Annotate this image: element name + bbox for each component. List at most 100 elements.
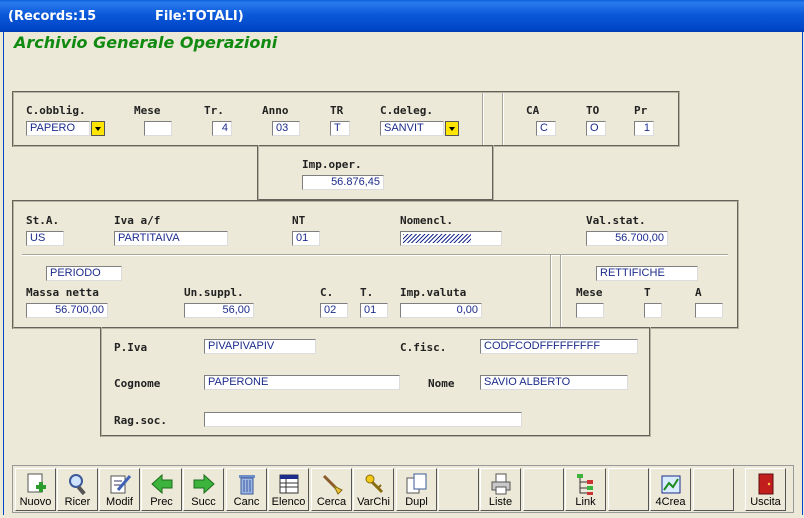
tr2-field[interactable]: T [330, 121, 350, 136]
keys-icon [365, 474, 384, 494]
massa-label: Massa netta [26, 286, 99, 299]
ca-field[interactable]: C [536, 121, 556, 136]
liste-label: Liste [488, 496, 513, 508]
toolbar-empty-slot-2 [523, 468, 564, 511]
anno-field[interactable]: 03 [272, 121, 300, 136]
imp-oper-field[interactable]: 56.876,45 [302, 175, 384, 190]
to-field[interactable]: O [586, 121, 606, 136]
elenco-label: Elenco [271, 496, 306, 508]
exit-door-icon [758, 473, 774, 495]
nuovo-button[interactable]: Nuovo [15, 468, 56, 511]
sta-label: St.A. [26, 214, 60, 227]
to-label: TO [586, 104, 600, 117]
cfisc-field[interactable]: CODFCODFFFFFFFFF [480, 339, 638, 354]
t2-field[interactable] [644, 303, 662, 318]
link-label: Link [575, 496, 596, 508]
nomencl-field[interactable] [400, 231, 502, 246]
broom-search-icon [322, 474, 343, 495]
mese-field[interactable] [144, 121, 172, 136]
iva-label: Iva a/f [114, 214, 161, 227]
succ-label: Succ [191, 496, 216, 508]
cobblig-dropdown-icon[interactable] [91, 121, 105, 136]
prec-button[interactable]: Prec [141, 468, 182, 511]
elenco-button[interactable]: Elenco [268, 468, 309, 511]
canc-button[interactable]: Canc [226, 468, 267, 511]
header-divider-2 [502, 93, 504, 145]
canc-label: Canc [233, 496, 260, 508]
nomencl-label: Nomencl. [400, 214, 453, 227]
arrow-left-icon [151, 473, 173, 495]
prec-label: Prec [150, 496, 173, 508]
massa-field[interactable]: 56.700,00 [26, 303, 108, 318]
cdeleg-field[interactable]: SANVIT [380, 121, 444, 136]
nome-field[interactable]: SAVIO ALBERTO [480, 375, 628, 390]
ricer-label: Ricer [64, 496, 91, 508]
toolbar-empty-slot-3 [608, 468, 649, 511]
modif-label: Modif [106, 496, 133, 508]
sta-field[interactable]: US [26, 231, 64, 246]
impval-field[interactable]: 0,00 [400, 303, 482, 318]
nomencl-hatch-value [403, 234, 471, 243]
page-title: Archivio Generale Operazioni [14, 33, 278, 52]
cognome-label: Cognome [114, 377, 161, 390]
pr-field[interactable]: 1 [634, 121, 654, 136]
printer-icon [491, 473, 511, 495]
valstat-field[interactable]: 56.700,00 [586, 231, 668, 246]
unsuppl-field[interactable]: 56,00 [184, 303, 254, 318]
dupl-button[interactable]: Dupl [396, 468, 437, 511]
t-label: T. [360, 286, 374, 299]
cobblig-field[interactable]: PAPERO [26, 121, 90, 136]
t-field[interactable]: 01 [360, 303, 388, 318]
edit-document-icon [110, 475, 132, 494]
pr-label: Pr [634, 104, 648, 117]
link-button[interactable]: Link [565, 468, 606, 511]
records-count: (Records:15 [8, 9, 97, 24]
toolbar-empty-slot-1 [438, 468, 479, 511]
cerca-label: Cerca [316, 496, 347, 508]
cdeleg-label: C.deleg. [380, 104, 433, 117]
cdeleg-dropdown-icon[interactable] [445, 121, 459, 136]
statistics-row-divider [22, 254, 728, 256]
imp-oper-label: Imp.oper. [302, 158, 362, 171]
dupl-label: Dupl [405, 496, 428, 508]
succ-button[interactable]: Succ [183, 468, 224, 511]
file-name: File:TOTALI) [155, 9, 244, 24]
cobblig-label: C.obblig. [26, 104, 86, 117]
nt-field[interactable]: 01 [292, 231, 320, 246]
crea4-button[interactable]: 4Crea [650, 468, 691, 511]
ragsoc-field[interactable] [204, 412, 522, 427]
piva-label: P.Iva [114, 341, 148, 354]
mese2-field[interactable] [576, 303, 604, 318]
a-field[interactable] [695, 303, 723, 318]
mese-label: Mese [134, 104, 161, 117]
tr2-label: TR [330, 104, 344, 117]
header-divider [482, 93, 484, 145]
nuovo-label: Nuovo [19, 496, 52, 508]
new-document-icon [27, 473, 46, 493]
imp-oper-panel [257, 145, 494, 201]
header-panel [12, 91, 680, 147]
tr-label: Tr. [204, 104, 224, 117]
cfisc-label: C.fisc. [400, 341, 447, 354]
modif-button[interactable]: Modif [99, 468, 140, 511]
nome-label: Nome [428, 377, 455, 390]
periodo-field[interactable]: PERIODO [46, 266, 122, 281]
list-table-icon [279, 474, 299, 494]
cognome-field[interactable]: PAPERONE [204, 375, 400, 390]
ragsoc-label: Rag.soc. [114, 414, 167, 427]
nt-label: NT [292, 214, 306, 227]
liste-button[interactable]: Liste [480, 468, 521, 511]
cerca-button[interactable]: Cerca [311, 468, 352, 511]
c-field[interactable]: 02 [320, 303, 348, 318]
uscita-button[interactable]: Uscita [745, 468, 786, 511]
title-bar: (Records:15 File:TOTALI) [0, 0, 804, 32]
ricer-button[interactable]: Ricer [57, 468, 98, 511]
iva-field[interactable]: PARTITAIVA [114, 231, 228, 246]
piva-field[interactable]: PIVAPIVAPIV [204, 339, 316, 354]
tr-field[interactable]: 4 [212, 121, 232, 136]
varchi-button[interactable]: VarChi [353, 468, 394, 511]
uscita-label: Uscita [750, 496, 781, 508]
duplicate-icon [406, 473, 427, 494]
rettifiche-field[interactable]: RETTIFICHE [596, 266, 698, 281]
arrow-right-icon [193, 473, 215, 495]
